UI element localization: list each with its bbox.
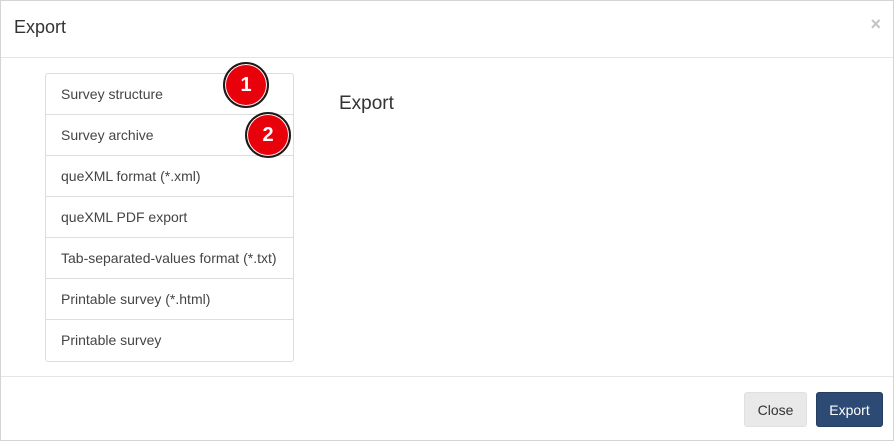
export-option-quexml-pdf[interactable]: queXML PDF export [46, 197, 293, 238]
export-option-printable-survey[interactable]: Printable survey [46, 320, 293, 361]
annotation-marker-1: 1 [223, 62, 269, 108]
content-title: Export [339, 93, 394, 114]
dialog-header: Export × [1, 1, 893, 58]
export-button[interactable]: Export [816, 392, 883, 427]
dialog-footer: Close Export [1, 376, 893, 440]
export-dialog: Export × Survey structure Survey archive… [0, 0, 894, 441]
close-icon[interactable]: × [870, 15, 881, 33]
close-button[interactable]: Close [744, 392, 807, 427]
annotation-marker-2: 2 [245, 112, 291, 158]
export-option-tsv[interactable]: Tab-separated-values format (*.txt) [46, 238, 293, 279]
export-option-printable-html[interactable]: Printable survey (*.html) [46, 279, 293, 320]
dialog-title: Export [14, 17, 67, 37]
export-option-quexml-xml[interactable]: queXML format (*.xml) [46, 156, 293, 197]
